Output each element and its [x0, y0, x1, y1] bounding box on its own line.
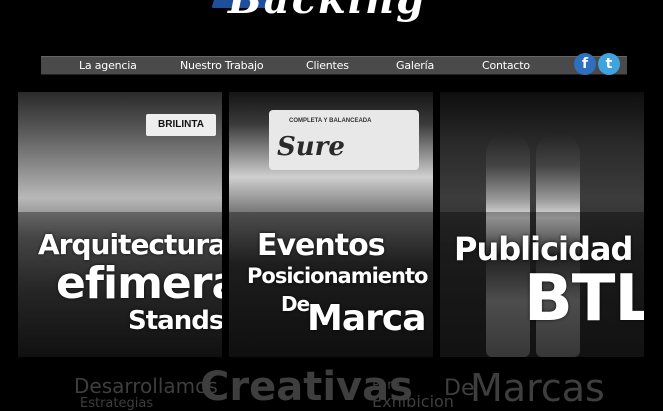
tagline-word: Exhibicion [372, 392, 454, 411]
tagline-word: Desarrollamos [74, 374, 218, 398]
panel-title-line-3: Stands [128, 306, 222, 336]
tagline-word: Para [372, 378, 401, 393]
tagline-word: Marcas [470, 366, 605, 410]
nav-item-clientes[interactable]: Clientes [306, 57, 349, 74]
nav-item-galeria[interactable]: Galería [396, 57, 434, 74]
panel-title-line-2: Posicionamiento [247, 264, 428, 288]
event-banner-title: Sure [277, 132, 345, 162]
tagline-word: Estrategias [80, 396, 154, 411]
panel-title-line-4: Marca [307, 298, 427, 339]
panel-publicidad[interactable]: Publicidad BTL [440, 92, 644, 357]
panel-title-line-1: Arquitectura [38, 228, 222, 261]
twitter-icon[interactable]: t [598, 53, 620, 75]
site-logo[interactable]: Backing [210, 0, 460, 23]
main-nav: La agencia Nuestro Trabajo Clientes Gale… [41, 56, 627, 75]
panel-title-line-2: efimera [56, 258, 222, 309]
facebook-icon[interactable]: f [574, 53, 596, 75]
nav-item-contacto[interactable]: Contacto [482, 57, 530, 74]
booth-sign: BRILINTA [146, 114, 216, 136]
event-banner-subtitle: COMPLETA Y BALANCEADA [289, 118, 372, 124]
panel-title-line-1: Eventos [257, 228, 386, 263]
panel-arquitectura[interactable]: BRILINTA Arquitectura efimera Stands [18, 92, 222, 357]
panel-title-line-3: De [281, 292, 310, 316]
nav-item-la-agencia[interactable]: La agencia [79, 57, 137, 74]
nav-item-nuestro-trabajo[interactable]: Nuestro Trabajo [180, 57, 264, 74]
panel-eventos[interactable]: COMPLETA Y BALANCEADA Sure Eventos Posic… [229, 92, 433, 357]
panel-title-line-2: BTL [524, 262, 644, 336]
logo-text: Backing [228, 0, 426, 23]
